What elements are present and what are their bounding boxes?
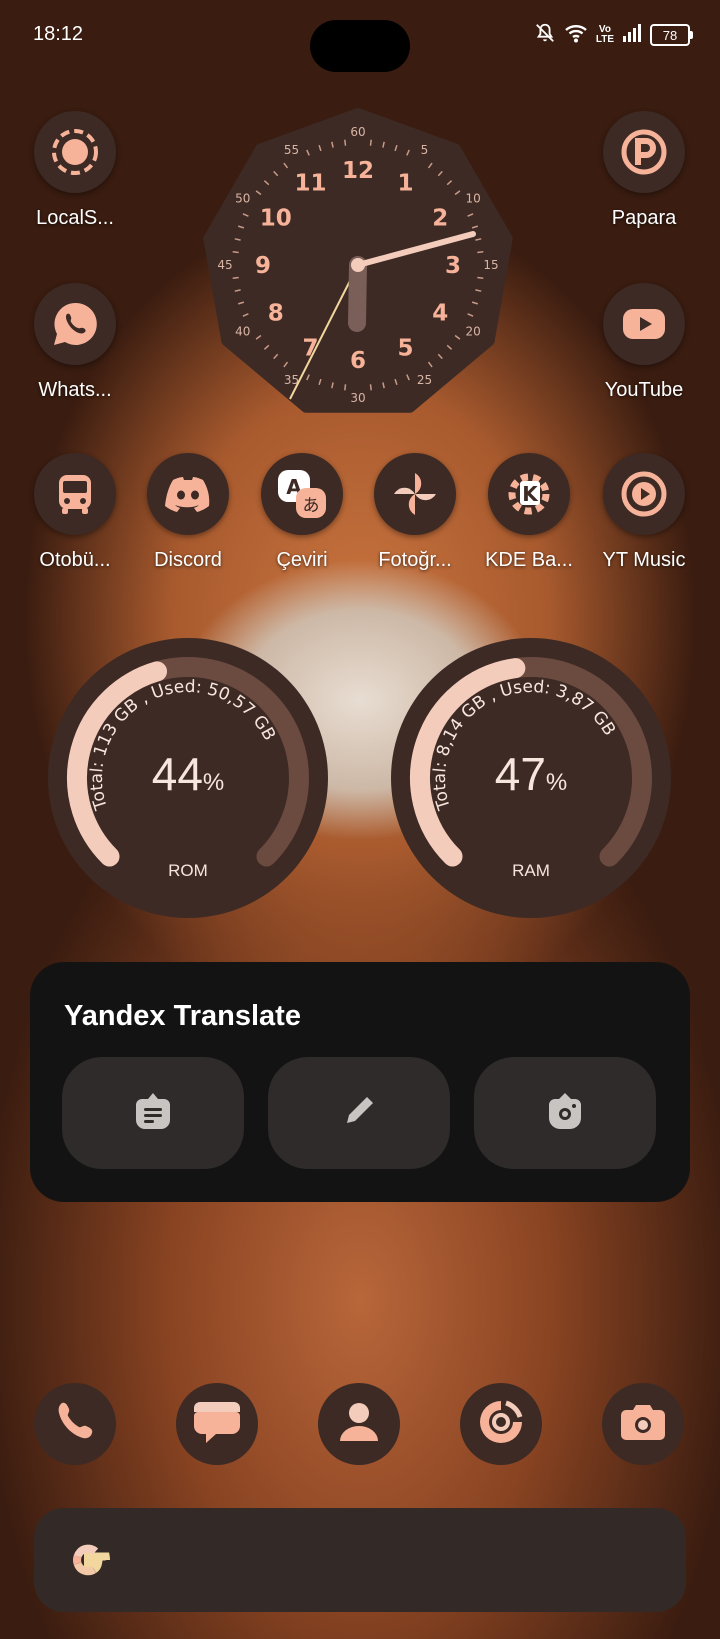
- kde-icon: K: [488, 453, 570, 535]
- signal-icon: [622, 23, 642, 48]
- browser-icon: [476, 1397, 526, 1452]
- clock-minute-numeral: 20: [466, 325, 481, 339]
- analog-clock-widget[interactable]: 12 1 2 3 4 5 6 7 8 9 10 11 60 5 10 15 20 25 30 35 40 45 50 55: [198, 105, 528, 425]
- rom-usage-widget[interactable]: Total: 113 GB , Used: 50,57 GB 44% ROM: [45, 635, 331, 921]
- clock-tick: [344, 139, 347, 146]
- clock-hour-numeral: 3: [445, 253, 461, 279]
- clock-hour-numeral: 12: [342, 158, 374, 184]
- clock-minute-numeral: 50: [235, 192, 250, 206]
- app-yt-music[interactable]: YT Music: [584, 453, 704, 572]
- google-logo-icon: [64, 1536, 112, 1589]
- app-localsend[interactable]: LocalS...: [15, 111, 135, 230]
- clock-tick: [232, 251, 239, 254]
- rom-percent: 44%: [151, 748, 225, 800]
- app-label: Whats...: [38, 379, 112, 401]
- ram-percent: 47%: [494, 748, 568, 800]
- clock-tick: [369, 139, 372, 146]
- svg-text:K: K: [522, 482, 539, 506]
- clock-minute-numeral: 40: [235, 325, 250, 339]
- clock-hour-numeral: 1: [397, 171, 413, 197]
- dock-browser[interactable]: [460, 1383, 542, 1465]
- whatsapp-icon: [34, 283, 116, 365]
- clock-minute-numeral: 10: [466, 192, 481, 206]
- app-papara[interactable]: Papara: [584, 111, 704, 230]
- clock-tick: [477, 251, 484, 254]
- dock-camera[interactable]: [602, 1383, 684, 1465]
- clock-tick: [232, 276, 239, 279]
- wifi-icon: [564, 23, 588, 48]
- clock-hour-numeral: 2: [432, 206, 448, 232]
- app-label: Papara: [611, 207, 677, 229]
- bell-off-icon: [534, 22, 556, 49]
- rom-caption: ROM: [168, 861, 208, 880]
- pencil-icon: [339, 1091, 379, 1136]
- app-label: Discord: [154, 549, 222, 571]
- phone-icon: [52, 1399, 98, 1450]
- clock-hour-numeral: 6: [350, 348, 366, 374]
- app-label: Çeviri: [276, 549, 328, 571]
- app-label: YT Music: [602, 549, 686, 571]
- clock-hour-numeral: 4: [432, 301, 448, 327]
- camera-translate-icon: [543, 1089, 587, 1138]
- dock-messages[interactable]: [176, 1383, 258, 1465]
- clock-minute-numeral: 15: [483, 258, 498, 272]
- clock-minute-numeral: 5: [421, 143, 429, 157]
- contacts-icon: [334, 1397, 384, 1452]
- yandex-translate-widget: Yandex Translate: [30, 962, 690, 1202]
- text-translate-button[interactable]: [62, 1057, 244, 1169]
- hour-hand: [348, 256, 367, 332]
- app-whatsapp[interactable]: Whats...: [15, 283, 135, 402]
- battery-icon: 78: [650, 24, 693, 46]
- google-search-bar[interactable]: [34, 1508, 686, 1612]
- pinwheel-icon: [374, 453, 456, 535]
- app-label: KDE Ba...: [485, 549, 573, 571]
- app-bus[interactable]: Otobü...: [15, 453, 135, 572]
- app-pinwheel[interactable]: Fotoğr...: [355, 453, 475, 572]
- app-label: Fotoğr...: [378, 549, 452, 571]
- app-label: YouTube: [604, 379, 684, 401]
- clock-hour-numeral: 10: [260, 206, 292, 232]
- clock-minute-numeral: 30: [350, 391, 365, 405]
- app-kde[interactable]: K KDE Ba...: [469, 453, 589, 572]
- clock-minute-numeral: 55: [284, 143, 299, 157]
- dock-contacts[interactable]: [318, 1383, 400, 1465]
- youtube-icon: [603, 283, 685, 365]
- status-icons: Vo LTE 78: [534, 22, 693, 49]
- yt-music-icon: [603, 453, 685, 535]
- network-type: Vo LTE: [595, 24, 614, 45]
- ram-usage-widget[interactable]: Total: 8,14 GB , Used: 3,87 GB 47% RAM: [388, 635, 674, 921]
- camera-icon: [618, 1399, 668, 1450]
- dock-phone[interactable]: [34, 1383, 116, 1465]
- svg-text:あ: あ: [303, 496, 320, 516]
- messages-icon: [190, 1398, 244, 1451]
- app-translate[interactable]: A あ Çeviri: [242, 453, 362, 572]
- clock-tick: [369, 384, 372, 391]
- app-youtube[interactable]: YouTube: [584, 283, 704, 402]
- clock-tick: [477, 276, 484, 279]
- handwriting-button[interactable]: [268, 1057, 450, 1169]
- localsend-icon: [34, 111, 116, 193]
- status-time: 18:12: [33, 23, 84, 45]
- app-discord[interactable]: Discord: [128, 453, 248, 572]
- bus-icon: [34, 453, 116, 535]
- camera-cutout: [310, 20, 410, 72]
- ram-caption: RAM: [512, 861, 550, 880]
- clock-hour-numeral: 9: [255, 253, 271, 279]
- clock-tick: [344, 384, 347, 391]
- widget-title: Yandex Translate: [64, 1000, 301, 1032]
- discord-icon: [147, 453, 229, 535]
- camera-translate-button[interactable]: [474, 1057, 656, 1169]
- app-label: Otobü...: [39, 549, 111, 571]
- clock-hour-numeral: 8: [268, 301, 284, 327]
- clock-minute-numeral: 25: [417, 373, 432, 387]
- clock-minute-numeral: 60: [350, 125, 365, 139]
- papara-icon: [603, 111, 685, 193]
- translate-icon: Aあ: [261, 453, 343, 535]
- clock-hour-numeral: 11: [294, 171, 326, 197]
- app-label: LocalS...: [36, 207, 114, 229]
- text-translate-icon: [131, 1089, 175, 1138]
- clock-minute-numeral: 45: [217, 258, 232, 272]
- clock-hour-numeral: 5: [397, 335, 413, 361]
